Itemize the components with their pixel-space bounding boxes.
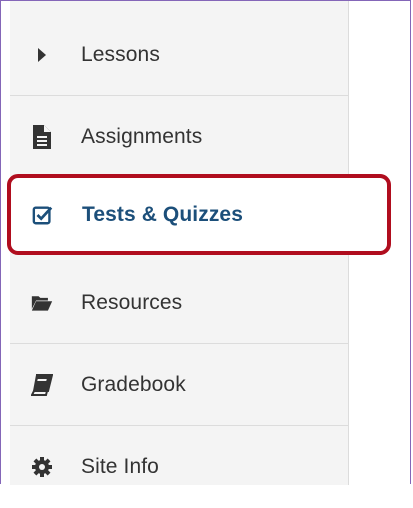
active-item-highlight: Tests & Quizzes	[7, 174, 391, 255]
menu-item-label: Lessons	[81, 42, 160, 66]
menu-item-label: Resources	[81, 290, 183, 314]
menu-item-label: Assignments	[81, 124, 203, 148]
check-square-icon	[32, 204, 54, 226]
menu-item-resources[interactable]: Resources	[10, 262, 349, 344]
book-icon	[31, 373, 53, 396]
gear-icon	[31, 456, 53, 478]
menu-item-lessons[interactable]: Lessons	[10, 14, 349, 96]
caret-right-icon	[31, 44, 53, 66]
menu-item-site-info[interactable]: Site Info	[10, 426, 349, 508]
menu-item-label: Site Info	[81, 455, 159, 478]
menu-item-label: Tests & Quizzes	[82, 202, 243, 226]
menu-item-tests-quizzes[interactable]: Tests & Quizzes	[14, 178, 384, 251]
file-text-icon	[31, 124, 53, 149]
menu-item-label: Gradebook	[81, 372, 186, 396]
menu-item-gradebook[interactable]: Gradebook	[10, 344, 349, 426]
folder-open-icon	[31, 292, 53, 314]
tool-menu-frame: Lessons Assignments Resources Gradebook …	[0, 0, 411, 485]
menu-item-assignments[interactable]: Assignments	[10, 96, 349, 178]
